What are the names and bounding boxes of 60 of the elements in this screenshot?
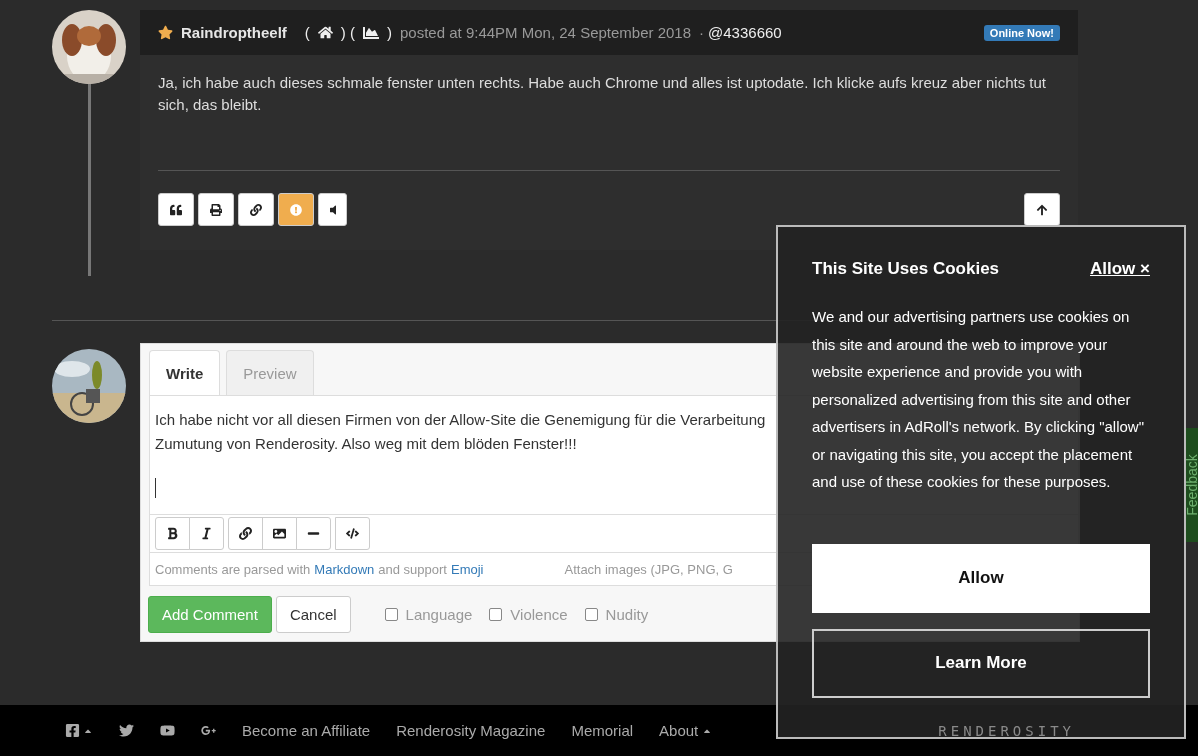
- italic-button[interactable]: [189, 517, 224, 550]
- checkbox[interactable]: [489, 608, 503, 621]
- separator: ·: [699, 24, 705, 41]
- author-name: Raindroptheelf: [181, 24, 287, 41]
- italic-icon: [200, 527, 213, 540]
- footer-link[interactable]: Memorial: [571, 722, 634, 739]
- checkbox-label: Nudity: [605, 606, 649, 623]
- bold-icon: [166, 527, 179, 540]
- allow-close-link[interactable]: Allow ×: [1090, 259, 1150, 279]
- checkbox-label: Language: [405, 606, 473, 623]
- emoji-link[interactable]: Emoji: [451, 561, 484, 577]
- quote-button[interactable]: [158, 193, 194, 226]
- bold-button[interactable]: [155, 517, 190, 550]
- help-text: and support: [378, 561, 447, 577]
- code-button[interactable]: [335, 517, 370, 550]
- paren: ): [387, 24, 392, 41]
- link-button[interactable]: [238, 193, 274, 226]
- home-icon[interactable]: [317, 25, 333, 40]
- post-id[interactable]: @4336660: [708, 24, 782, 41]
- rule-button[interactable]: [296, 517, 331, 550]
- print-icon: [210, 203, 222, 216]
- paren: ) (: [340, 24, 355, 41]
- youtube-icon[interactable]: [160, 723, 175, 738]
- scroll-top-button[interactable]: [1024, 193, 1060, 226]
- report-icon: [290, 203, 302, 216]
- help-text: Comments are parsed with: [155, 561, 311, 577]
- online-badge: Online Now!: [983, 24, 1060, 41]
- site-logo[interactable]: RENDEROSITY: [938, 722, 1075, 739]
- attach-hint: Attach images (JPG, PNG, G: [564, 561, 733, 577]
- code-icon: [346, 527, 359, 540]
- arrow-up-icon: [1036, 203, 1048, 216]
- image-icon: [273, 527, 286, 540]
- post-date: posted at 9:44PM Mon, 24 September 2018: [400, 24, 692, 41]
- learn-more-button[interactable]: Learn More: [812, 628, 1150, 698]
- link-icon: [250, 203, 262, 216]
- editor-tab[interactable]: Write: [149, 350, 221, 396]
- googleplus-icon[interactable]: [201, 723, 216, 738]
- facebook-icon[interactable]: [65, 723, 80, 738]
- link-icon: [239, 527, 252, 540]
- checkbox[interactable]: [384, 608, 398, 621]
- checkbox-label: Violence: [510, 606, 568, 623]
- link-button[interactable]: [228, 517, 263, 550]
- post-body: Ja, ich habe auch dieses schmale fenster unten rechts. Habe auch Chrome und alles ist uptodate. Ich klicke aufs kreuz aber nichts tut sich, das bleibt.: [157, 73, 1047, 115]
- star-icon: [158, 25, 173, 40]
- markdown-link[interactable]: Markdown: [314, 561, 375, 577]
- footer-link[interactable]: Renderosity Magazine: [396, 722, 546, 739]
- feedback-tab[interactable]: Feedback: [1186, 428, 1198, 542]
- mute-button[interactable]: [318, 193, 347, 226]
- twitter-icon[interactable]: [119, 723, 134, 738]
- footer-link[interactable]: Become an Affiliate: [242, 722, 371, 739]
- image-button[interactable]: [262, 517, 297, 550]
- quote-icon: [170, 203, 182, 216]
- cancel-button[interactable]: Cancel: [275, 596, 351, 633]
- cookie-title: This Site Uses Cookies: [812, 259, 1000, 279]
- footer-link[interactable]: About: [659, 722, 713, 739]
- paren: (: [304, 24, 310, 41]
- allow-button[interactable]: Allow: [812, 543, 1150, 613]
- area-chart-icon[interactable]: [363, 24, 379, 41]
- print-button[interactable]: [198, 193, 234, 226]
- checkbox[interactable]: [584, 608, 598, 621]
